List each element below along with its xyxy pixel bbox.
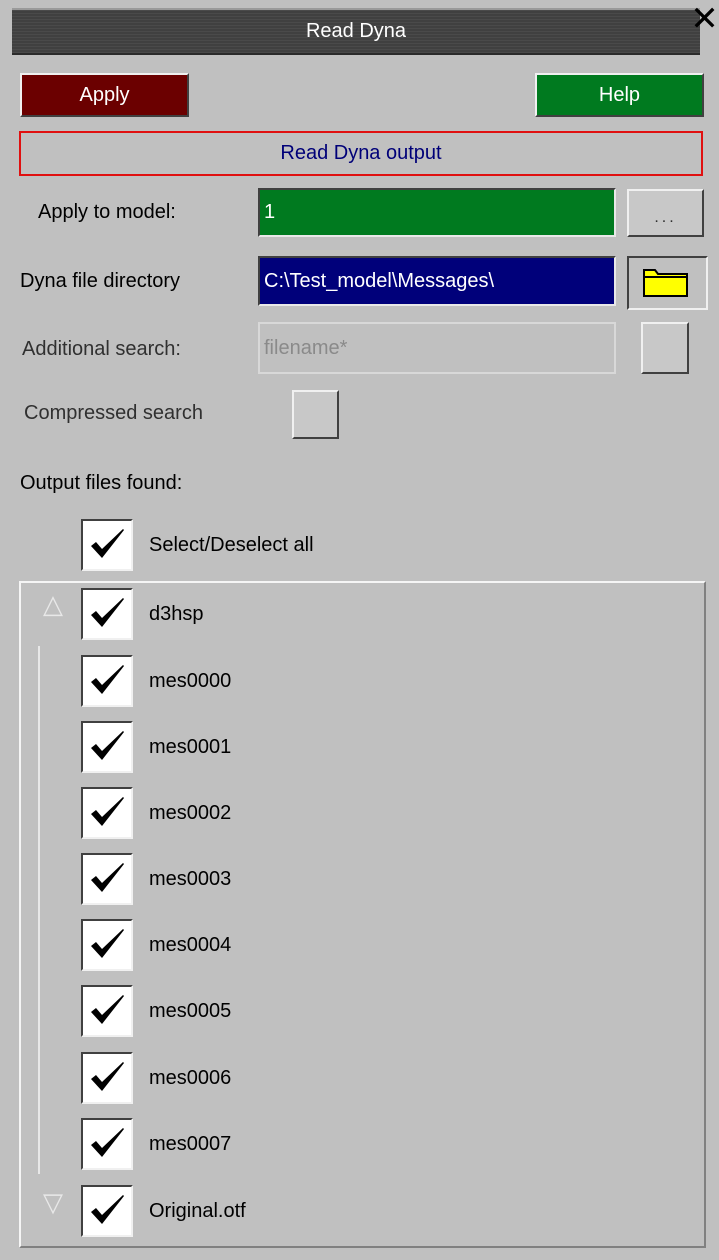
check-icon: [91, 863, 124, 892]
check-icon: [91, 731, 124, 760]
file-row[interactable]: mes0000: [81, 655, 231, 707]
file-name: mes0007: [149, 1132, 232, 1155]
file-name: mes0000: [149, 669, 232, 692]
scroll-down-icon[interactable]: ▽: [38, 1188, 68, 1218]
file-name: mes0005: [149, 999, 232, 1022]
file-checkbox[interactable]: [81, 985, 133, 1037]
file-name: mes0003: [149, 867, 232, 890]
compressed-search-label: Compressed search: [24, 402, 203, 424]
file-row[interactable]: Original.otf: [81, 1185, 246, 1237]
file-checkbox[interactable]: [81, 1052, 133, 1104]
check-icon: [91, 929, 124, 958]
file-row[interactable]: mes0007: [81, 1118, 231, 1170]
check-icon: [91, 995, 124, 1024]
file-row[interactable]: mes0003: [81, 853, 231, 905]
help-button[interactable]: Help: [535, 73, 704, 117]
file-checkbox[interactable]: [81, 655, 133, 707]
apply-to-model-field[interactable]: 1: [258, 188, 616, 237]
scroll-up-icon[interactable]: △: [38, 590, 68, 620]
apply-button[interactable]: Apply: [20, 73, 189, 117]
file-name: mes0002: [149, 801, 232, 824]
folder-icon: [643, 269, 688, 297]
check-icon: [91, 598, 124, 627]
model-select-button[interactable]: ...: [627, 189, 704, 237]
file-name: mes0004: [149, 933, 232, 956]
browse-folder-button[interactable]: [627, 256, 708, 310]
file-name: Original.otf: [149, 1199, 246, 1222]
file-checkbox[interactable]: [81, 787, 133, 839]
file-checkbox[interactable]: [81, 1118, 133, 1170]
select-all-row[interactable]: Select/Deselect all: [81, 519, 314, 571]
file-checkbox[interactable]: [81, 853, 133, 905]
window-title-bar[interactable]: Read Dyna: [12, 8, 700, 55]
file-row[interactable]: mes0002: [81, 787, 231, 839]
file-checkbox[interactable]: [81, 1185, 133, 1237]
additional-search-label: Additional search:: [22, 338, 181, 360]
dyna-dir-field[interactable]: C:\Test_model\Messages\: [258, 256, 616, 306]
select-all-checkbox[interactable]: [81, 519, 133, 571]
file-name: mes0001: [149, 735, 232, 758]
file-checkbox[interactable]: [81, 588, 133, 640]
close-icon[interactable]: ✕: [690, 2, 719, 38]
file-checkbox[interactable]: [81, 721, 133, 773]
file-row[interactable]: mes0001: [81, 721, 231, 773]
additional-search-toggle[interactable]: [641, 322, 689, 374]
output-files-heading: Output files found:: [20, 472, 183, 494]
file-checkbox[interactable]: [81, 919, 133, 971]
additional-search-input[interactable]: filename*: [258, 322, 616, 374]
select-all-label: Select/Deselect all: [149, 533, 314, 556]
check-icon: [91, 1195, 124, 1224]
scrollbar-track[interactable]: [38, 646, 40, 1174]
file-row[interactable]: d3hsp: [81, 588, 204, 640]
read-dyna-output-option[interactable]: Read Dyna output: [19, 131, 703, 176]
file-name: mes0006: [149, 1066, 232, 1089]
check-icon: [91, 1062, 124, 1091]
file-row[interactable]: mes0006: [81, 1052, 231, 1104]
check-icon: [91, 1128, 124, 1157]
file-name: d3hsp: [149, 602, 204, 625]
check-icon: [91, 529, 124, 558]
dyna-dir-label: Dyna file directory: [20, 270, 181, 292]
check-icon: [91, 797, 124, 826]
compressed-search-toggle[interactable]: [292, 390, 339, 439]
window-title: Read Dyna: [305, 20, 407, 42]
check-icon: [91, 665, 124, 694]
apply-to-model-label: Apply to model:: [38, 201, 176, 223]
file-row[interactable]: mes0005: [81, 985, 231, 1037]
file-row[interactable]: mes0004: [81, 919, 231, 971]
